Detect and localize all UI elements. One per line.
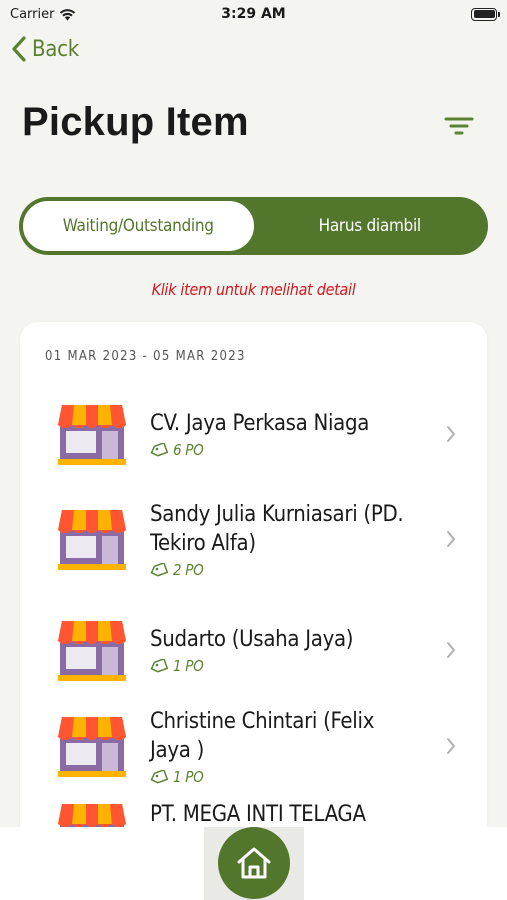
back-label: Back — [32, 36, 79, 62]
item-po-count: 2 PO — [173, 560, 204, 579]
status-bar: Carrier 3:29 AM — [0, 0, 507, 28]
item-name: Sandy Julia Kurniasari (PD. Tekiro Alfa) — [150, 501, 404, 556]
wifi-icon — [60, 8, 76, 20]
tab-waiting-outstanding[interactable]: Waiting/Outstanding — [22, 200, 255, 252]
chevron-right-icon — [447, 531, 455, 547]
store-icon — [58, 510, 126, 570]
item-po-count: 1 PO — [173, 657, 204, 675]
item-name: Christine Chintari (Felix Jaya ) — [150, 708, 375, 763]
tag-icon — [150, 562, 168, 577]
back-button[interactable]: Back — [12, 36, 79, 62]
tab-switcher: Waiting/Outstanding Harus diambil — [19, 197, 488, 255]
home-icon — [237, 847, 271, 879]
item-name: PT. MEGA INTI TELAGA — [150, 802, 366, 827]
pickup-list: CV. Jaya Perkasa Niaga 6 PO Sandy Julia … — [20, 392, 487, 842]
filter-icon[interactable] — [443, 114, 475, 138]
chevron-left-icon — [12, 36, 26, 62]
date-range-header: 01 MAR 2023 - 05 MAR 2023 — [45, 349, 246, 364]
battery-icon — [471, 7, 500, 21]
status-left: Carrier — [10, 7, 76, 22]
item-name: Sudarto (Usaha Jaya) — [150, 627, 354, 652]
carrier-label: Carrier — [10, 6, 55, 22]
store-icon — [58, 717, 126, 777]
page-title: Pickup Item — [22, 100, 249, 144]
home-button[interactable] — [218, 827, 290, 899]
item-po-count: 1 PO — [173, 767, 204, 786]
store-icon — [58, 405, 126, 465]
tag-icon — [150, 443, 168, 457]
store-icon — [58, 621, 126, 681]
pickup-list-card: 01 MAR 2023 - 05 MAR 2023 CV. Jaya Perka… — [20, 322, 487, 842]
tab-harus-diambil[interactable]: Harus diambil — [255, 200, 486, 252]
chevron-right-icon — [447, 738, 455, 754]
item-name: CV. Jaya Perkasa Niaga — [150, 411, 370, 436]
list-item[interactable]: Christine Chintari (Felix Jaya ) 1 PO — [20, 698, 487, 794]
chevron-right-icon — [447, 426, 455, 442]
hint-text: Klik item untuk melihat detail — [151, 280, 356, 299]
list-item[interactable]: Sudarto (Usaha Jaya) 1 PO — [20, 602, 487, 698]
tag-icon — [150, 769, 168, 784]
list-item[interactable]: CV. Jaya Perkasa Niaga 6 PO — [20, 392, 487, 476]
tag-icon — [150, 659, 168, 673]
list-item[interactable]: Sandy Julia Kurniasari (PD. Tekiro Alfa)… — [20, 476, 487, 602]
chevron-right-icon — [447, 642, 455, 658]
item-po-count: 6 PO — [173, 441, 204, 459]
